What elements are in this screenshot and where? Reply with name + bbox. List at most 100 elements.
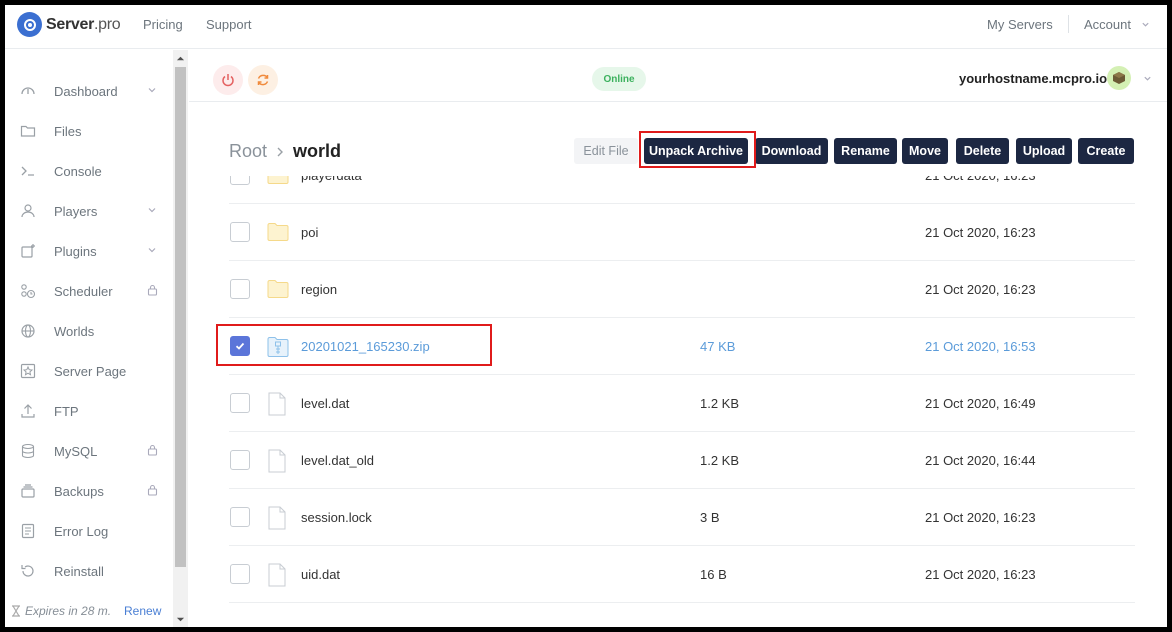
nav-support[interactable]: Support xyxy=(206,17,252,32)
row-checkbox[interactable] xyxy=(230,279,250,299)
delete-button[interactable]: Delete xyxy=(956,138,1009,164)
sidebar-item-label: MySQL xyxy=(54,443,98,459)
file-row[interactable]: poi 21 Oct 2020, 16:23 xyxy=(229,204,1135,261)
refresh-icon xyxy=(257,74,269,86)
download-button[interactable]: Download xyxy=(755,138,828,164)
logo-icon xyxy=(17,12,42,37)
sidebar-item-console[interactable]: Console xyxy=(19,159,159,183)
sidebar-item-label: FTP xyxy=(54,403,79,419)
sidebar-item-plugins[interactable]: Plugins xyxy=(19,239,159,263)
file-size: 1.2 KB xyxy=(700,396,740,411)
file-row[interactable]: playerdata 21 Oct 2020, 16:23 xyxy=(229,176,1135,204)
sidebar-item-mysql[interactable]: MySQL xyxy=(19,439,159,463)
chevron-down-icon[interactable] xyxy=(1143,74,1152,83)
breadcrumb-current: world xyxy=(293,141,342,161)
sidebar-item-worlds[interactable]: Worlds xyxy=(19,319,159,343)
row-checkbox[interactable] xyxy=(230,222,250,242)
sidebar-item-ftp[interactable]: FTP xyxy=(19,399,159,423)
breadcrumb-root[interactable]: Root xyxy=(229,141,267,162)
sidebar-item-backups[interactable]: Backups xyxy=(19,479,159,503)
expiry-text: Expires in 28 m. xyxy=(25,604,112,618)
power-button[interactable] xyxy=(213,65,243,95)
scroll-up-icon[interactable] xyxy=(176,54,185,63)
server-hostname[interactable]: yourhostname.mcpro.io xyxy=(959,71,1107,86)
file-date: 21 Oct 2020, 16:49 xyxy=(925,396,1036,411)
file-row[interactable]: session.lock 3 B 21 Oct 2020, 16:23 xyxy=(229,489,1135,546)
chevron-down-icon[interactable] xyxy=(147,205,157,215)
sidebar-item-scheduler[interactable]: Scheduler xyxy=(19,279,159,303)
move-button[interactable]: Move xyxy=(902,138,948,164)
folder-icon xyxy=(19,122,37,140)
row-checkbox[interactable] xyxy=(230,507,250,527)
sidebar-item-reinstall[interactable]: Reinstall xyxy=(19,559,159,583)
nav-my-servers[interactable]: My Servers xyxy=(987,17,1053,32)
file-name[interactable]: session.lock xyxy=(301,510,372,525)
create-button[interactable]: Create xyxy=(1078,138,1134,164)
status-badge: Online xyxy=(592,67,646,91)
file-name[interactable]: playerdata xyxy=(301,176,362,183)
file-date: 21 Oct 2020, 16:44 xyxy=(925,453,1036,468)
highlight-selected-file xyxy=(216,324,492,366)
restart-button[interactable] xyxy=(248,65,278,95)
file-row[interactable]: uid.dat 16 B 21 Oct 2020, 16:23 xyxy=(229,546,1135,603)
scroll-down-icon[interactable] xyxy=(176,615,185,624)
log-icon xyxy=(19,522,37,540)
sidebar-item-label: Error Log xyxy=(54,523,109,539)
file-name[interactable]: uid.dat xyxy=(301,567,340,582)
chevron-down-icon[interactable] xyxy=(147,85,157,95)
file-icon xyxy=(267,563,289,587)
dashboard-icon xyxy=(19,82,37,100)
file-row[interactable]: level.dat 1.2 KB 21 Oct 2020, 16:49 xyxy=(229,375,1135,432)
sidebar-item-dashboard[interactable]: Dashboard xyxy=(19,79,159,103)
row-checkbox[interactable] xyxy=(230,564,250,584)
row-checkbox[interactable] xyxy=(230,176,250,185)
hourglass-icon xyxy=(12,605,20,617)
rename-button[interactable]: Rename xyxy=(834,138,897,164)
file-date: 21 Oct 2020, 16:53 xyxy=(925,339,1036,354)
sidebar-item-label: Console xyxy=(54,163,102,179)
row-checkbox[interactable] xyxy=(230,450,250,470)
file-row[interactable]: region 21 Oct 2020, 16:23 xyxy=(229,261,1135,318)
sidebar-suffix xyxy=(145,443,159,457)
chevron-down-icon[interactable] xyxy=(147,245,157,255)
upload-icon xyxy=(19,402,37,420)
file-name[interactable]: poi xyxy=(301,225,318,240)
upload-button[interactable]: Upload xyxy=(1016,138,1072,164)
lock-icon xyxy=(147,444,157,456)
expiry-notice: Expires in 28 m. xyxy=(11,604,111,618)
sidebar-scrollbar[interactable] xyxy=(173,50,188,627)
console-icon xyxy=(19,162,37,180)
edit-file-button[interactable]: Edit File xyxy=(574,138,638,164)
row-checkbox[interactable] xyxy=(230,393,250,413)
file-icon xyxy=(267,449,289,473)
logo[interactable]: Server.pro xyxy=(17,12,121,37)
server-avatar[interactable] xyxy=(1107,66,1131,90)
file-date: 21 Oct 2020, 16:23 xyxy=(925,567,1036,582)
logo-text: Server.pro xyxy=(46,15,121,33)
file-name[interactable]: level.dat xyxy=(301,396,349,411)
chevron-down-icon xyxy=(1141,22,1149,27)
star-icon xyxy=(19,362,37,380)
app-window: Server.pro Pricing Support My Servers Ac… xyxy=(5,5,1167,627)
nav-pricing[interactable]: Pricing xyxy=(143,17,183,32)
sidebar-item-players[interactable]: Players xyxy=(19,199,159,223)
nav-divider xyxy=(1068,15,1069,33)
sidebar-item-server-page[interactable]: Server Page xyxy=(19,359,159,383)
file-date: 21 Oct 2020, 16:23 xyxy=(925,282,1036,297)
nav-account[interactable]: Account xyxy=(1084,17,1150,32)
file-size: 47 KB xyxy=(700,339,736,354)
sidebar-item-label: Backups xyxy=(54,483,104,499)
file-name[interactable]: region xyxy=(301,282,337,297)
sidebar: Dashboard Files Console Players Plugins Sched… xyxy=(5,50,173,627)
renew-link[interactable]: Renew xyxy=(124,604,161,618)
sidebar-item-label: Plugins xyxy=(54,243,97,259)
nav-account-label: Account xyxy=(1084,17,1131,32)
file-row[interactable]: level.dat_old 1.2 KB 21 Oct 2020, 16:44 xyxy=(229,432,1135,489)
sidebar-suffix xyxy=(145,243,159,257)
file-name[interactable]: level.dat_old xyxy=(301,453,374,468)
file-date: 21 Oct 2020, 16:23 xyxy=(925,176,1036,183)
sidebar-item-error-log[interactable]: Error Log xyxy=(19,519,159,543)
scroll-thumb[interactable] xyxy=(175,67,186,567)
sidebar-item-files[interactable]: Files xyxy=(19,119,159,143)
power-icon xyxy=(222,74,234,87)
